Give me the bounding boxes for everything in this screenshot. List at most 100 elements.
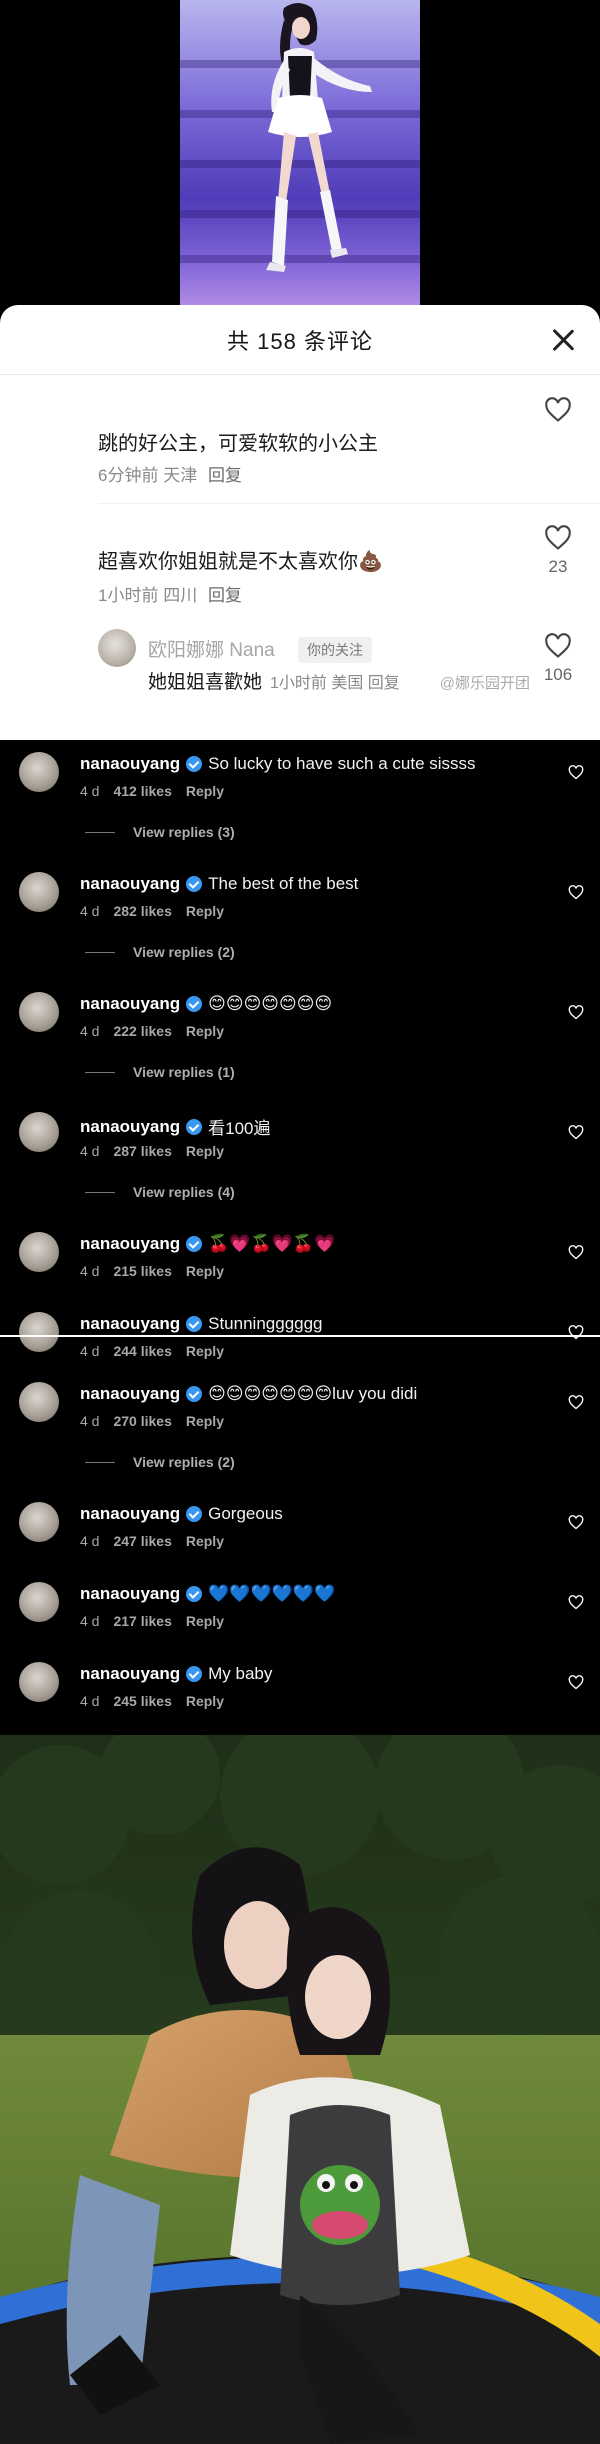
like-count: 106 xyxy=(543,665,573,684)
ig-reply-button[interactable]: Reply xyxy=(186,903,224,919)
view-replies-button[interactable]: View replies (4) xyxy=(85,1184,235,1200)
ig-comment-meta: 4 d 282 likes Reply xyxy=(80,903,224,919)
ig-comment-text: 😊😊😊😊😊😊😊 xyxy=(208,994,333,1013)
comment-item: 23 超喜欢你姐姐就是不太喜欢你💩 1小时前 四川 回复 xyxy=(0,505,600,615)
divider xyxy=(85,1071,115,1073)
comment-text: 超喜欢你姐姐就是不太喜欢你💩 xyxy=(98,551,383,573)
view-replies-button[interactable]: View replies (3) xyxy=(85,824,235,840)
ig-comment-text: Gorgeous xyxy=(208,1504,283,1523)
ig-comment-age: 4 d xyxy=(80,1343,100,1359)
sub-reply-item: 欧阳娜娜 Nana 你的关注 106 她姐姐喜歡她 1小时前 美国 回复 @娜乐园… xyxy=(0,615,600,740)
avatar[interactable] xyxy=(19,1662,59,1702)
ig-comment-meta: 4 d 244 likes Reply xyxy=(80,1343,224,1359)
avatar[interactable] xyxy=(19,752,59,792)
ig-username[interactable]: nanaouyang xyxy=(80,1314,180,1334)
ig-comment-meta: 4 d 217 likes Reply xyxy=(80,1613,224,1629)
ig-username[interactable]: nanaouyang xyxy=(80,754,180,774)
ig-comment-age: 4 d xyxy=(80,903,100,919)
ig-comment-row: nanaouyang So lucky to have such a cute s… xyxy=(0,740,600,850)
heart-outline-icon[interactable] xyxy=(568,1515,584,1530)
ig-comment-text: The best of the best xyxy=(208,874,359,893)
ig-reply-button[interactable]: Reply xyxy=(186,1613,224,1629)
avatar[interactable] xyxy=(19,1112,59,1152)
ig-comment-row: nanaouyang My baby 4 d 245 likes Reply xyxy=(0,1650,600,1725)
screenshot-collage: 共 158 条评论 跳的好公主，可爱软软的小公主 6分钟前 天津 回复 23 超… xyxy=(0,0,600,2444)
ig-username[interactable]: nanaouyang xyxy=(80,1664,180,1684)
ig-username[interactable]: nanaouyang xyxy=(80,1584,180,1604)
heart-outline-icon[interactable] xyxy=(568,1125,584,1140)
ig-comment-age: 4 d xyxy=(80,1693,100,1709)
avatar[interactable] xyxy=(98,629,136,667)
ig-username[interactable]: nanaouyang xyxy=(80,1234,180,1254)
ig-reply-button[interactable]: Reply xyxy=(186,1413,224,1429)
avatar[interactable] xyxy=(19,1502,59,1542)
ig-reply-button[interactable]: Reply xyxy=(186,1263,224,1279)
dancer-figure xyxy=(266,3,372,272)
ig-comment-meta: 4 d 412 likes Reply xyxy=(80,783,224,799)
view-replies-button[interactable]: View replies (1) xyxy=(85,1064,235,1080)
heart-outline-icon[interactable] xyxy=(568,1675,584,1690)
ig-username[interactable]: nanaouyang xyxy=(80,1117,180,1137)
ig-comment-text: 看100遍 xyxy=(208,1119,271,1138)
verified-badge-icon xyxy=(186,1666,203,1682)
ig-username[interactable]: nanaouyang xyxy=(80,874,180,894)
heart-outline-icon[interactable] xyxy=(568,885,584,900)
ig-like-count: 217 likes xyxy=(113,1613,172,1629)
heart-outline-icon[interactable] xyxy=(568,1245,584,1260)
ig-comment-age: 4 d xyxy=(80,1263,100,1279)
ig-comment-meta: 4 d 215 likes Reply xyxy=(80,1263,224,1279)
verified-badge-icon xyxy=(186,876,203,892)
ig-comment-age: 4 d xyxy=(80,1143,100,1159)
ig-like-count: 244 likes xyxy=(113,1343,172,1359)
avatar[interactable] xyxy=(19,872,59,912)
heart-outline-icon[interactable] xyxy=(568,765,584,780)
heart-outline-icon[interactable] xyxy=(568,1325,584,1340)
ig-reply-button[interactable]: Reply xyxy=(186,783,224,799)
view-replies-label: View replies (2) xyxy=(133,944,235,960)
ig-username[interactable]: nanaouyang xyxy=(80,994,180,1014)
reply-author-name[interactable]: 欧阳娜娜 Nana xyxy=(148,635,275,662)
reply-link[interactable]: 回复 xyxy=(208,586,242,605)
view-replies-button[interactable]: View replies (2) xyxy=(85,944,235,960)
reply-link[interactable]: 回复 xyxy=(208,466,242,485)
ig-reply-button[interactable]: Reply xyxy=(186,1023,224,1039)
ig-reply-button[interactable]: Reply xyxy=(186,1343,224,1359)
dance-video-player[interactable] xyxy=(0,0,600,305)
heart-outline-icon[interactable] xyxy=(544,397,572,423)
ig-reply-button[interactable]: Reply xyxy=(186,1143,224,1159)
ig-like-count: 222 likes xyxy=(113,1023,172,1039)
comment-meta: 1小时前 四川 回复 xyxy=(98,581,242,606)
avatar[interactable] xyxy=(19,1382,59,1422)
comment-location: 天津 xyxy=(163,466,198,485)
ig-username[interactable]: nanaouyang xyxy=(80,1504,180,1524)
reply-meta[interactable]: 1小时前 美国 回复 xyxy=(270,675,400,692)
ig-reply-button[interactable]: Reply xyxy=(186,1693,224,1709)
comment-time: 6分钟前 xyxy=(98,466,159,485)
divider xyxy=(85,951,115,953)
avatar[interactable] xyxy=(19,1582,59,1622)
avatar[interactable] xyxy=(19,1312,59,1352)
view-replies-button[interactable]: View replies (2) xyxy=(85,1454,235,1470)
heart-outline-icon[interactable] xyxy=(568,1005,584,1020)
ig-reply-button[interactable]: Reply xyxy=(186,1533,224,1549)
like-count: 23 xyxy=(548,557,568,576)
ig-comment-line: nanaouyang 🍒💗🍒💗🍒💗 xyxy=(80,1234,335,1254)
reply-text: 她姐姐喜歡她 xyxy=(148,672,263,693)
ig-comment-line: nanaouyang Gorgeous xyxy=(80,1504,283,1524)
avatar[interactable] xyxy=(19,1232,59,1272)
close-icon[interactable] xyxy=(548,325,578,355)
avatar[interactable] xyxy=(19,992,59,1032)
screenshot-seam xyxy=(0,1335,600,1337)
ig-username[interactable]: nanaouyang xyxy=(80,1384,180,1404)
heart-outline-icon[interactable] xyxy=(544,525,572,551)
ig-comment-line: nanaouyang 😊😊😊😊😊😊😊 xyxy=(80,994,332,1014)
heart-outline-icon[interactable] xyxy=(568,1595,584,1610)
comment-text: 跳的好公主，可爱软软的小公主 xyxy=(98,433,378,455)
ig-like-count: 270 likes xyxy=(113,1413,172,1429)
verified-badge-icon xyxy=(186,1506,203,1522)
heart-outline-icon[interactable] xyxy=(568,1395,584,1410)
heart-outline-icon[interactable] xyxy=(544,633,572,659)
ig-comment-age: 4 d xyxy=(80,1023,100,1039)
ig-comment-row: nanaouyang 看100遍 4 d 287 likes Reply View rep… xyxy=(0,1100,600,1210)
ig-comment-meta: 4 d 270 likes Reply xyxy=(80,1413,224,1429)
